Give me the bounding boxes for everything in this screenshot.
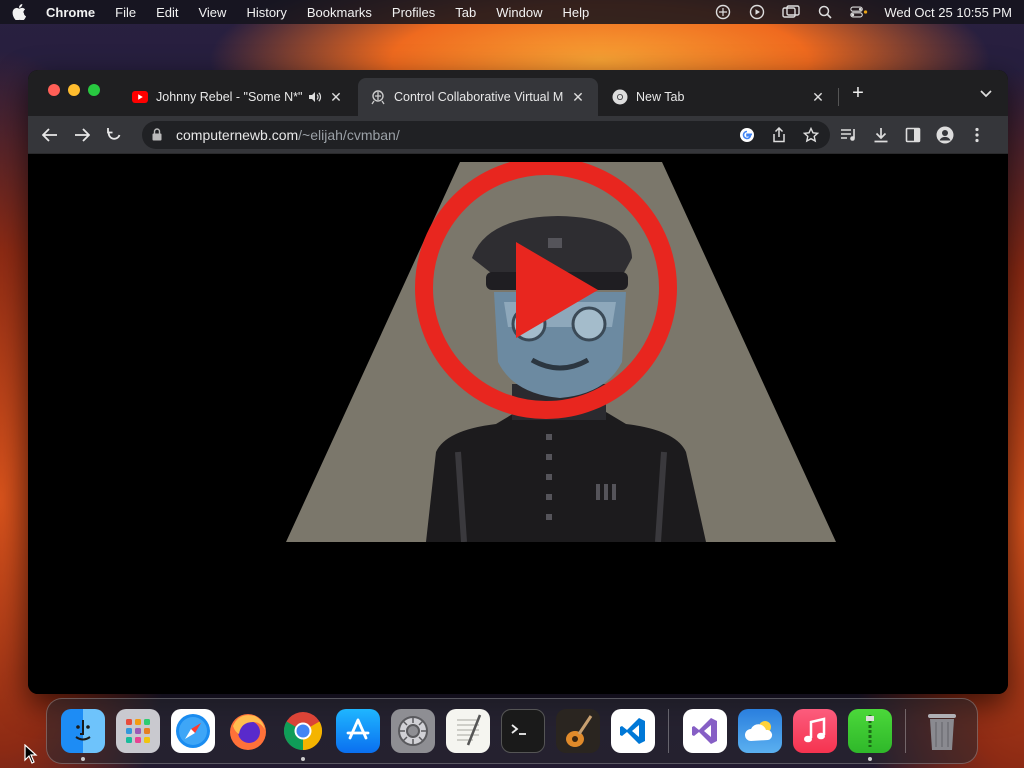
lock-icon[interactable] bbox=[152, 128, 166, 142]
tab-title: New Tab bbox=[636, 90, 685, 104]
maximize-window-button[interactable] bbox=[88, 84, 100, 96]
chrome-icon bbox=[612, 89, 628, 105]
archive-icon[interactable] bbox=[847, 709, 892, 761]
chrome-window: Johnny Rebel - "Some N*" ✕ Control Colla… bbox=[28, 70, 1008, 694]
tab-youtube[interactable]: Johnny Rebel - "Some N*" ✕ bbox=[120, 78, 356, 116]
browser-toolbar: computernewb.com/~elijah/cvmban/ bbox=[28, 116, 1008, 154]
tab-search-chevron-icon[interactable] bbox=[978, 86, 994, 102]
close-window-button[interactable] bbox=[48, 84, 60, 96]
menu-file[interactable]: File bbox=[115, 5, 136, 20]
menu-bar: Chrome File Edit View History Bookmarks … bbox=[0, 0, 1024, 24]
officer-pixel-art-image bbox=[286, 157, 836, 543]
firefox-icon[interactable] bbox=[226, 709, 270, 753]
close-tab-icon[interactable]: ✕ bbox=[328, 89, 344, 105]
menu-history[interactable]: History bbox=[246, 5, 286, 20]
running-indicator bbox=[867, 757, 872, 761]
bookmark-star-icon[interactable] bbox=[802, 126, 820, 144]
trash-icon[interactable] bbox=[920, 709, 964, 753]
menu-help[interactable]: Help bbox=[563, 5, 590, 20]
tab-separator bbox=[838, 88, 839, 106]
apple-icon[interactable] bbox=[12, 4, 28, 20]
dock-separator bbox=[668, 709, 669, 753]
url-path: /~elijah/cvmban/ bbox=[298, 126, 400, 143]
textedit-icon[interactable] bbox=[445, 709, 490, 753]
app-store-icon[interactable] bbox=[335, 709, 380, 753]
reload-button[interactable] bbox=[100, 121, 128, 149]
new-tab-button[interactable]: + bbox=[848, 83, 868, 104]
download-icon[interactable] bbox=[872, 126, 890, 144]
screen-mirroring-icon[interactable] bbox=[782, 5, 801, 19]
terminal-icon[interactable] bbox=[500, 709, 545, 753]
vpn-status-icon[interactable] bbox=[714, 4, 732, 20]
dock-separator bbox=[905, 709, 906, 753]
safari-icon[interactable] bbox=[170, 709, 215, 753]
profile-avatar-icon[interactable] bbox=[936, 126, 954, 144]
site-icon bbox=[370, 89, 386, 105]
now-playing-icon[interactable] bbox=[748, 4, 766, 20]
share-icon[interactable] bbox=[770, 126, 788, 144]
menu-app-name[interactable]: Chrome bbox=[46, 5, 95, 20]
control-center-icon[interactable] bbox=[850, 5, 868, 19]
close-tab-icon[interactable]: ✕ bbox=[570, 89, 586, 105]
tab-title: Johnny Rebel - "Some N*" bbox=[156, 90, 302, 104]
url-host: computernewb.com bbox=[176, 126, 299, 143]
menu-window[interactable]: Window bbox=[496, 5, 542, 20]
google-lens-icon[interactable] bbox=[738, 126, 756, 144]
macos-dock bbox=[46, 698, 978, 764]
speaker-icon[interactable] bbox=[308, 90, 322, 104]
launchpad-icon[interactable] bbox=[115, 709, 160, 753]
address-bar[interactable]: computernewb.com/~elijah/cvmban/ bbox=[142, 120, 830, 149]
window-controls bbox=[48, 84, 100, 96]
settings-icon[interactable] bbox=[390, 709, 435, 753]
menu-view[interactable]: View bbox=[198, 5, 226, 20]
youtube-icon bbox=[132, 89, 148, 105]
mouse-cursor-icon bbox=[24, 744, 38, 764]
menu-bookmarks[interactable]: Bookmarks bbox=[307, 5, 372, 20]
spotlight-search-icon[interactable] bbox=[816, 5, 834, 19]
minimize-window-button[interactable] bbox=[68, 84, 80, 96]
menu-edit[interactable]: Edit bbox=[156, 5, 178, 20]
garageband-icon[interactable] bbox=[555, 709, 600, 753]
finder-icon[interactable] bbox=[60, 709, 105, 761]
chrome-menu-icon[interactable] bbox=[968, 126, 986, 144]
running-indicator bbox=[300, 757, 305, 761]
menu-profiles[interactable]: Profiles bbox=[392, 5, 435, 20]
tab-strip: Johnny Rebel - "Some N*" ✕ Control Colla… bbox=[28, 70, 1008, 116]
forward-button[interactable] bbox=[68, 121, 96, 149]
vscode-icon[interactable] bbox=[610, 709, 655, 753]
banned-video-thumbnail[interactable] bbox=[286, 157, 836, 543]
chrome-icon[interactable] bbox=[281, 709, 325, 761]
back-button[interactable] bbox=[36, 121, 64, 149]
close-tab-icon[interactable]: ✕ bbox=[810, 89, 826, 105]
menubar-clock[interactable]: Wed Oct 25 10:55 PM bbox=[884, 5, 1012, 20]
music-icon[interactable] bbox=[792, 709, 837, 753]
tab-cvm[interactable]: Control Collaborative Virtual M ✕ bbox=[358, 78, 598, 116]
visual-studio-icon[interactable] bbox=[682, 709, 727, 753]
side-panel-icon[interactable] bbox=[904, 126, 922, 144]
running-indicator bbox=[80, 757, 85, 761]
tab-title: Control Collaborative Virtual M bbox=[394, 90, 564, 104]
page-content bbox=[28, 154, 1008, 694]
weather-icon[interactable] bbox=[737, 709, 782, 753]
media-controls-icon[interactable] bbox=[840, 126, 858, 144]
tab-new-tab[interactable]: New Tab ✕ bbox=[600, 78, 838, 116]
menu-tab[interactable]: Tab bbox=[455, 5, 476, 20]
